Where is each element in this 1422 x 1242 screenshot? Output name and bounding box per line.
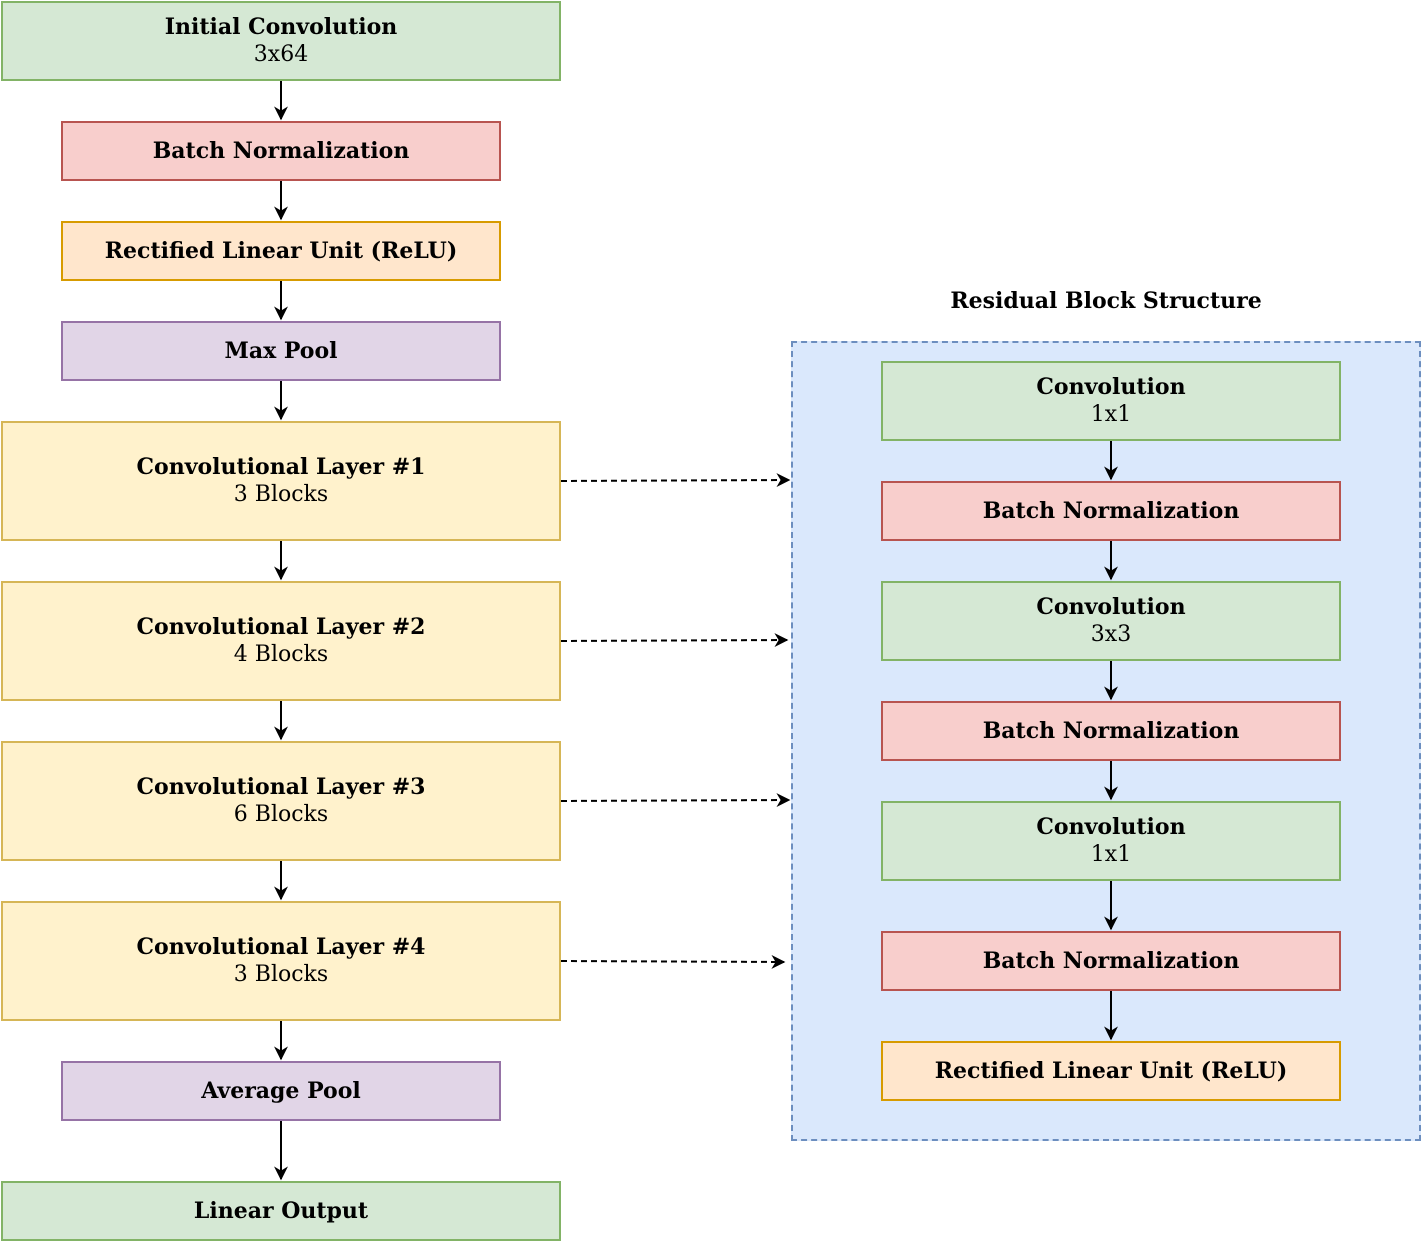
- residual-block-heading: Residual Block Structure: [950, 288, 1262, 314]
- node-title: Batch Normalization: [982, 948, 1240, 974]
- average-pool-node[interactable]: Average Pool: [61, 1061, 501, 1121]
- node-title: Batch Normalization: [982, 498, 1240, 524]
- batch-normalization-node[interactable]: Batch Normalization: [61, 121, 501, 181]
- node-title: Convolutional Layer #1: [136, 454, 426, 480]
- node-title: Batch Normalization: [982, 718, 1240, 744]
- rb-relu-node[interactable]: Rectified Linear Unit (ReLU): [881, 1041, 1341, 1101]
- node-subtitle: 1x1: [1090, 402, 1132, 427]
- node-title: Convolutional Layer #2: [136, 614, 426, 640]
- node-title: Convolutional Layer #4: [136, 934, 426, 960]
- node-title: Rectified Linear Unit (ReLU): [104, 238, 458, 264]
- node-title: Rectified Linear Unit (ReLU): [934, 1058, 1288, 1084]
- node-subtitle: 3 Blocks: [233, 962, 329, 987]
- node-subtitle: 1x1: [1090, 842, 1132, 867]
- conv-layer-1-node[interactable]: Convolutional Layer #1 3 Blocks: [1, 421, 561, 541]
- initial-convolution-node[interactable]: Initial Convolution 3x64: [1, 1, 561, 81]
- node-title: Convolution: [1036, 374, 1186, 400]
- relu-node[interactable]: Rectified Linear Unit (ReLU): [61, 221, 501, 281]
- node-title: Convolution: [1036, 814, 1186, 840]
- node-title: Batch Normalization: [152, 138, 410, 164]
- node-subtitle: 3 Blocks: [233, 482, 329, 507]
- max-pool-node[interactable]: Max Pool: [61, 321, 501, 381]
- node-subtitle: 4 Blocks: [233, 642, 329, 667]
- conv-layer-3-node[interactable]: Convolutional Layer #3 6 Blocks: [1, 741, 561, 861]
- node-title: Average Pool: [201, 1078, 361, 1104]
- linear-output-node[interactable]: Linear Output: [1, 1181, 561, 1241]
- dashed-arrow: [560, 473, 791, 488]
- node-subtitle: 3x3: [1090, 622, 1132, 647]
- rb-batch-normalization-node[interactable]: Batch Normalization: [881, 931, 1341, 991]
- rb-batch-normalization-node[interactable]: Batch Normalization: [881, 701, 1341, 761]
- node-subtitle: 6 Blocks: [233, 802, 329, 827]
- conv-layer-2-node[interactable]: Convolutional Layer #2 4 Blocks: [1, 581, 561, 701]
- node-title: Convolutional Layer #3: [136, 774, 426, 800]
- rb-convolution-1x1-node[interactable]: Convolution 1x1: [881, 801, 1341, 881]
- node-subtitle: 3x64: [253, 42, 309, 67]
- rb-convolution-3x3-node[interactable]: Convolution 3x3: [881, 581, 1341, 661]
- conv-layer-4-node[interactable]: Convolutional Layer #4 3 Blocks: [1, 901, 561, 1021]
- rb-batch-normalization-node[interactable]: Batch Normalization: [881, 481, 1341, 541]
- dashed-arrow: [560, 633, 789, 648]
- dashed-arrow: [560, 793, 791, 808]
- rb-convolution-1x1-node[interactable]: Convolution 1x1: [881, 361, 1341, 441]
- node-title: Max Pool: [224, 338, 338, 364]
- dashed-arrow: [560, 954, 786, 969]
- node-title: Initial Convolution: [164, 14, 398, 40]
- node-title: Convolution: [1036, 594, 1186, 620]
- node-title: Linear Output: [193, 1198, 369, 1224]
